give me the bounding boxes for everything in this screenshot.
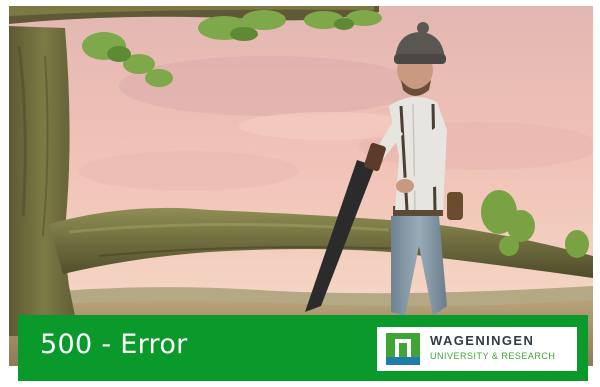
wur-logo-icon xyxy=(386,333,420,365)
error-banner: 500 - Error WAGENINGEN UNIVERSITY & RESE… xyxy=(18,315,588,381)
logo-subtitle: UNIVERSITY & RESEARCH xyxy=(430,351,556,361)
wur-logo[interactable]: WAGENINGEN UNIVERSITY & RESEARCH xyxy=(377,327,577,371)
hero-illustration xyxy=(9,6,593,366)
man-sawing-branch-illustration xyxy=(9,6,593,366)
error-page: 500 - Error WAGENINGEN UNIVERSITY & RESE… xyxy=(0,0,600,387)
logo-name: WAGENINGEN xyxy=(430,333,535,348)
error-title: 500 - Error xyxy=(40,329,188,360)
